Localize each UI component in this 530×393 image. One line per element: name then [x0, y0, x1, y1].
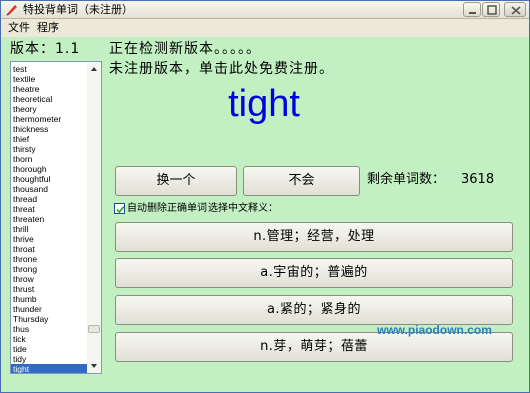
- title-bar: 特投背单词（未注册）: [1, 1, 529, 19]
- menu-bar: 文件 程序: [1, 19, 529, 37]
- remaining-count: 3618: [461, 172, 495, 187]
- pencil-icon: [5, 3, 19, 16]
- register-link[interactable]: 未注册版本，单击此处免费注册。: [109, 60, 334, 78]
- word-list-item[interactable]: tick: [11, 334, 87, 344]
- maximize-button[interactable]: [482, 2, 500, 17]
- meaning-choice-2[interactable]: a.宇宙的；普遍的: [115, 258, 513, 288]
- menu-file[interactable]: 文件: [6, 21, 32, 35]
- word-list-item[interactable]: threaten: [11, 214, 87, 224]
- word-list-item[interactable]: thunder: [11, 304, 87, 314]
- word-list-item[interactable]: thoughtful: [11, 174, 87, 184]
- current-word: tight: [228, 83, 300, 125]
- word-list-item[interactable]: tidy: [11, 354, 87, 364]
- word-list-item[interactable]: throw: [11, 274, 87, 284]
- word-list-item[interactable]: thrive: [11, 234, 87, 244]
- scroll-up-arrow-icon[interactable]: [87, 62, 101, 76]
- word-list-item[interactable]: textile: [11, 74, 87, 84]
- meaning-choice-1[interactable]: n.管理；经营，处理: [115, 222, 513, 252]
- scroll-down-arrow-icon[interactable]: [87, 359, 101, 373]
- word-list-item[interactable]: thorn: [11, 154, 87, 164]
- word-list-item[interactable]: tight: [11, 364, 87, 373]
- word-list-item[interactable]: thirsty: [11, 144, 87, 154]
- word-list-item[interactable]: thumb: [11, 294, 87, 304]
- minimize-button[interactable]: [463, 2, 481, 17]
- auto-delete-label[interactable]: 自动删除正确单词: [127, 202, 207, 215]
- meaning-choice-3[interactable]: a.紧的；紧身的: [115, 295, 513, 325]
- word-list-items: test textile theatre theoretical theory therm…: [11, 64, 87, 373]
- word-list-item[interactable]: Thursday: [11, 314, 87, 324]
- update-check-status: 正在检测新版本。。。。。: [109, 41, 261, 57]
- word-list-item[interactable]: tide: [11, 344, 87, 354]
- word-list-item[interactable]: thief: [11, 134, 87, 144]
- word-list-item[interactable]: thorough: [11, 164, 87, 174]
- window-title: 特投背单词（未注册）: [23, 3, 133, 16]
- menu-program[interactable]: 程序: [35, 21, 61, 35]
- word-list-item[interactable]: throne: [11, 254, 87, 264]
- word-list-item[interactable]: thrust: [11, 284, 87, 294]
- app-window: 特投背单词（未注册） 文件 程序 版本：1.1 test textile theat…: [0, 0, 530, 393]
- choose-meaning-label: 选择中文释义：: [208, 203, 278, 214]
- word-list-scrollbar[interactable]: [87, 62, 101, 373]
- watermark: www.piaodown.com: [377, 323, 492, 337]
- word-list-item[interactable]: threat: [11, 204, 87, 214]
- word-list-item[interactable]: thread: [11, 194, 87, 204]
- word-list-item[interactable]: thickness: [11, 124, 87, 134]
- remaining-label: 剩余单词数：: [367, 172, 446, 187]
- scroll-thumb[interactable]: [88, 325, 100, 333]
- auto-delete-checkbox[interactable]: [114, 203, 125, 214]
- close-button[interactable]: [504, 2, 526, 17]
- dont-know-button[interactable]: 不会: [243, 166, 360, 196]
- word-list-item[interactable]: throat: [11, 244, 87, 254]
- change-word-button[interactable]: 换一个: [115, 166, 237, 196]
- word-list[interactable]: test textile theatre theoretical theory therm…: [10, 61, 102, 374]
- word-list-item[interactable]: theatre: [11, 84, 87, 94]
- word-list-item[interactable]: thus: [11, 324, 87, 334]
- word-list-item[interactable]: theory: [11, 104, 87, 114]
- version-label: 版本：1.1: [10, 41, 81, 57]
- word-list-item[interactable]: test: [11, 64, 87, 74]
- word-list-item[interactable]: thermometer: [11, 114, 87, 124]
- word-list-item[interactable]: thousand: [11, 184, 87, 194]
- word-list-item[interactable]: throng: [11, 264, 87, 274]
- remaining-words: 剩余单词数： 3618: [367, 172, 494, 188]
- word-list-item[interactable]: thrill: [11, 224, 87, 234]
- word-list-item[interactable]: theoretical: [11, 94, 87, 104]
